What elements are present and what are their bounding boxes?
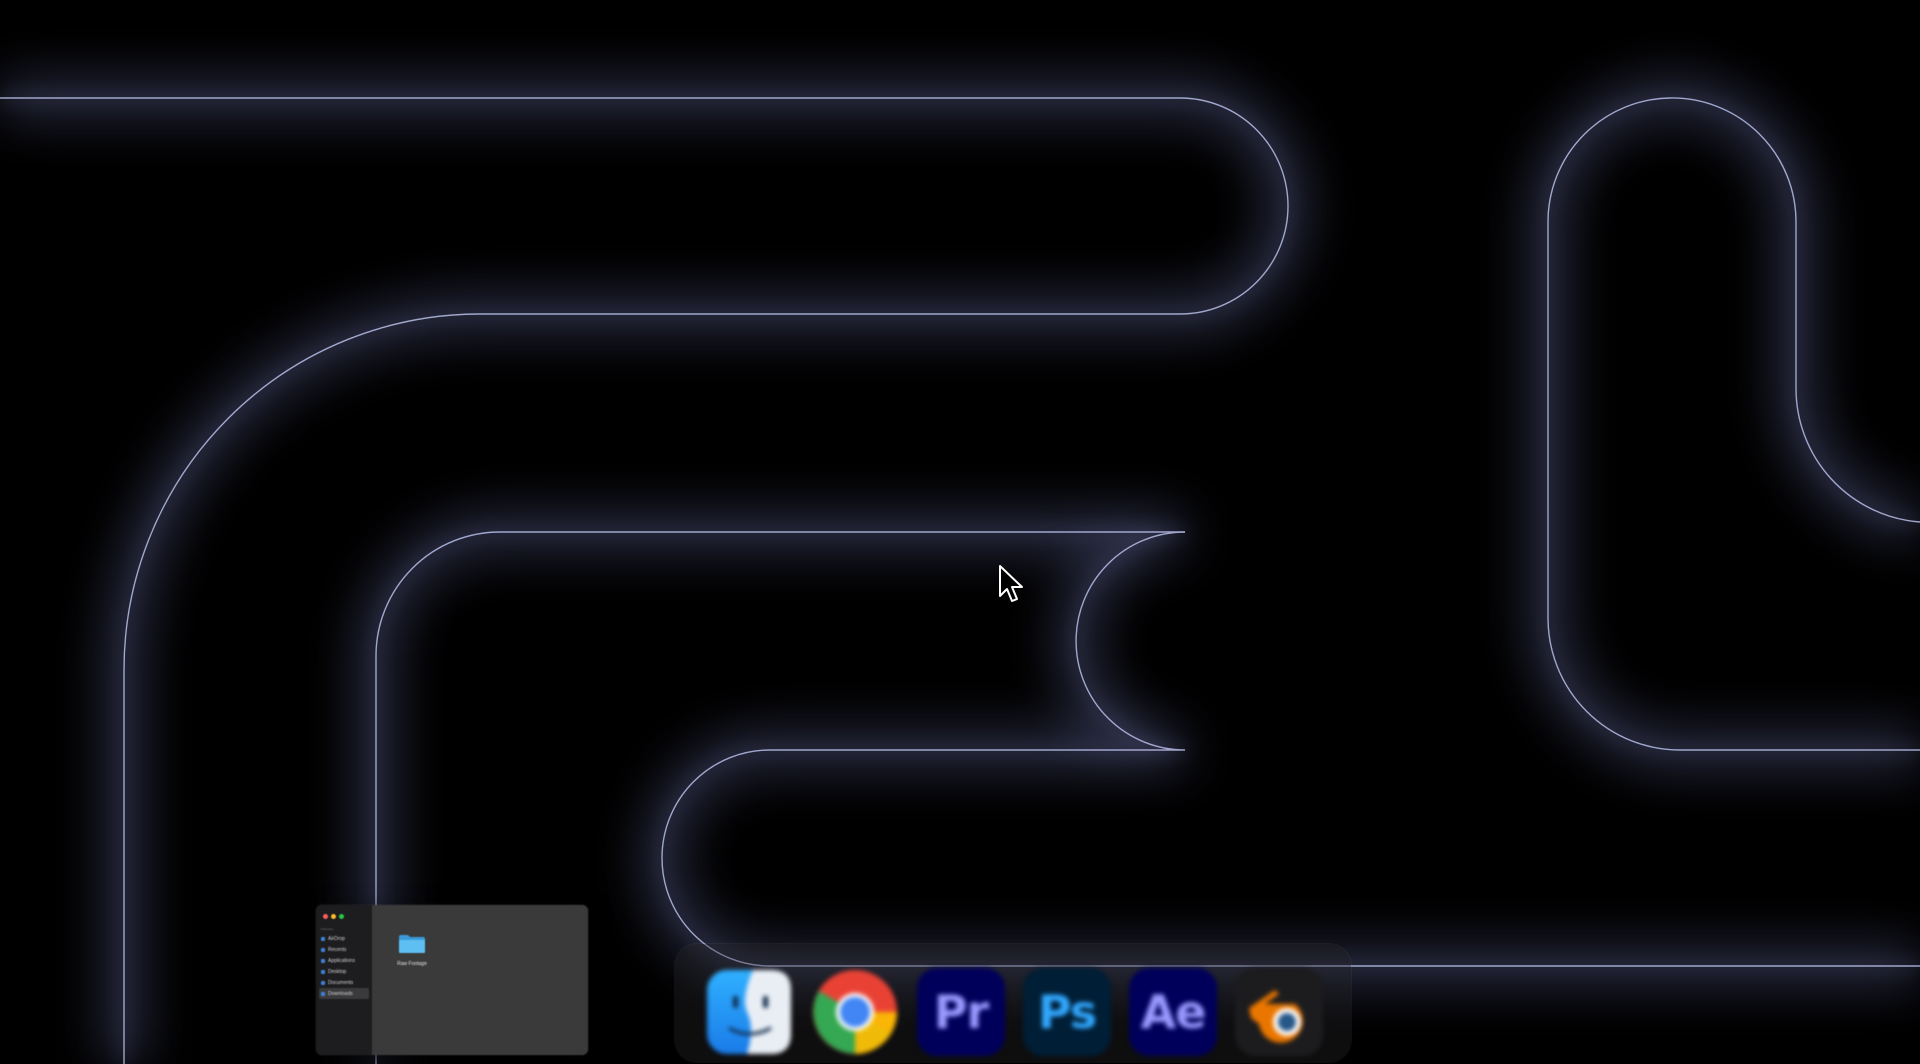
mouse-pointer-icon [999, 565, 1023, 602]
folder-item-raw-footage[interactable]: Raw Footage [394, 933, 430, 967]
desktop[interactable]: Favorites AirDrop Recents Applications D… [0, 0, 1920, 1064]
clock-icon [321, 947, 325, 952]
finder-content: Raw Footage [372, 905, 588, 1055]
finder-icon [707, 970, 791, 1054]
sidebar-heading: Favorites [321, 927, 334, 931]
document-icon [321, 980, 325, 985]
blender-icon [1237, 970, 1321, 1054]
chrome-icon [813, 970, 897, 1054]
wallpaper [0, 0, 1920, 1064]
dock: Pr Ps Ae [675, 944, 1351, 1062]
dock-item-premiere-pro[interactable]: Pr [917, 968, 1005, 1056]
sidebar-list: AirDrop Recents Applications Desktop Doc… [319, 933, 369, 999]
applications-icon [321, 958, 325, 963]
desktop-icon [321, 969, 325, 974]
finder-sidebar: Favorites AirDrop Recents Applications D… [316, 905, 372, 1055]
dock-item-chrome[interactable] [811, 968, 899, 1056]
sidebar-item-desktop[interactable]: Desktop [319, 966, 369, 977]
dock-item-photoshop[interactable]: Ps [1023, 968, 1111, 1056]
maximize-window-button[interactable] [339, 914, 344, 919]
sidebar-item-applications[interactable]: Applications [319, 955, 369, 966]
sidebar-item-label: AirDrop [328, 935, 345, 942]
dock-item-blender[interactable] [1235, 968, 1323, 1056]
sidebar-item-recents[interactable]: Recents [319, 944, 369, 955]
sidebar-item-downloads[interactable]: Downloads [319, 988, 369, 999]
sidebar-item-label: Recents [328, 946, 347, 953]
sidebar-item-label: Documents [328, 979, 354, 986]
download-icon [321, 991, 325, 996]
dock-item-finder[interactable] [705, 968, 793, 1056]
finder-window[interactable]: Favorites AirDrop Recents Applications D… [316, 905, 588, 1055]
folder-label: Raw Footage [397, 961, 427, 967]
premiere-pro-icon: Pr [933, 985, 989, 1039]
sidebar-item-label: Desktop [328, 968, 347, 975]
close-window-button[interactable] [323, 914, 328, 919]
sidebar-item-airdrop[interactable]: AirDrop [319, 933, 369, 944]
folder-icon [399, 935, 425, 953]
sidebar-item-label: Applications [328, 957, 355, 964]
after-effects-icon: Ae [1140, 985, 1207, 1039]
dock-item-after-effects[interactable]: Ae [1129, 968, 1217, 1056]
minimize-window-button[interactable] [331, 914, 336, 919]
photoshop-icon: Ps [1037, 985, 1097, 1039]
sidebar-item-documents[interactable]: Documents [319, 977, 369, 988]
sidebar-item-label: Downloads [328, 990, 353, 997]
airdrop-icon [321, 936, 325, 941]
